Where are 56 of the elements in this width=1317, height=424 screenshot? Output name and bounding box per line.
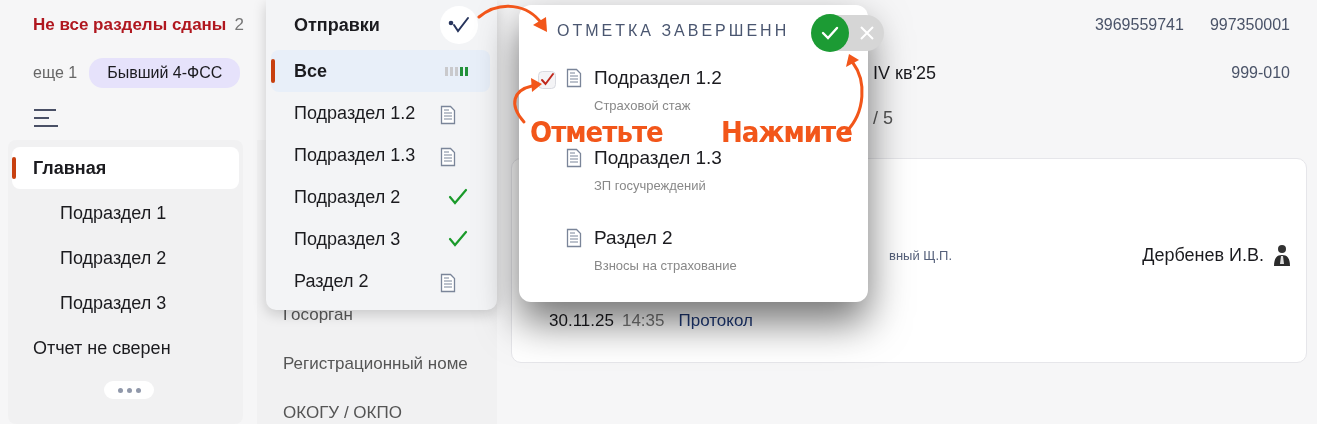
section-title: Подраздел 1.3: [594, 146, 722, 170]
document-icon: [566, 228, 582, 248]
sidebar-item[interactable]: Подраздел 3: [12, 282, 239, 324]
check-icon: [448, 230, 468, 248]
period-text: IV кв'25: [873, 62, 936, 84]
document-icon: [440, 147, 456, 167]
sidebar-item[interactable]: Главная: [12, 147, 239, 189]
progress-text: / 5: [873, 107, 893, 129]
field-label: ОКОГУ / ОКПО: [283, 401, 403, 424]
status-text: Не все разделы сданы: [33, 15, 227, 35]
check-icon: [448, 188, 468, 206]
report-tag[interactable]: Бывший 4-ФСС: [89, 58, 241, 88]
dropdown-item[interactable]: Все: [271, 50, 490, 92]
check-icon: [448, 16, 470, 34]
document-icon: [566, 68, 582, 88]
more-button[interactable]: [104, 381, 154, 399]
kpp-text: 997350001: [1209, 16, 1290, 34]
field-label: Госорган: [283, 303, 354, 326]
field-label: Регистрационный номе: [283, 352, 469, 375]
dropdown-item[interactable]: Подраздел 3: [271, 218, 490, 260]
dropdown-item[interactable]: Подраздел 1.2: [271, 92, 490, 134]
time-text: 14:35: [621, 311, 665, 331]
document-icon: [566, 148, 582, 168]
status-count: 2: [234, 15, 244, 35]
sidebar-item[interactable]: Подраздел 1: [12, 192, 239, 234]
annotation-text: Отметьте: [530, 115, 663, 149]
dropdown-item[interactable]: Подраздел 1.3: [271, 134, 490, 176]
more-link[interactable]: еще 1: [33, 64, 78, 82]
section-title: Подраздел 1.2: [594, 66, 722, 90]
check-icon: [821, 26, 839, 40]
annotation-text: Нажмите: [721, 115, 852, 149]
sidebar-item[interactable]: Отчет не сверен: [12, 327, 239, 369]
sidebar-item[interactable]: Подраздел 2: [12, 237, 239, 279]
checkbox[interactable]: [538, 71, 556, 89]
close-icon: [859, 25, 875, 41]
date-text: 30.11.25: [549, 311, 614, 331]
mark-complete-button[interactable]: [440, 6, 478, 44]
popup-title: ОТМЕТКА ЗАВЕРШЕНН: [557, 21, 790, 41]
section-subtitle: Страховой стаж: [594, 98, 692, 113]
dropdown-title: Отправки: [294, 14, 380, 36]
inn-text: 3969559741: [1094, 16, 1184, 34]
signer-role: вный Щ.П.: [889, 247, 953, 263]
document-icon: [440, 105, 456, 125]
signer-name: Дербенев И.В.: [1142, 244, 1264, 266]
section-subtitle: ЗП госучреждений: [594, 178, 707, 193]
section-subtitle: Взносы на страхование: [594, 258, 737, 273]
dropdown-item[interactable]: Раздел 2: [271, 260, 490, 302]
protocol-link[interactable]: Протокол: [678, 311, 753, 331]
progress-icon: [445, 66, 468, 76]
section-title: Раздел 2: [594, 226, 674, 250]
annotation-arrow: [477, 4, 547, 32]
menu-icon[interactable]: [33, 108, 59, 128]
document-icon: [440, 273, 456, 293]
avatar-icon: [1272, 244, 1292, 266]
code-text: 999-010: [1231, 64, 1290, 82]
dropdown-item[interactable]: Подраздел 2: [271, 176, 490, 218]
